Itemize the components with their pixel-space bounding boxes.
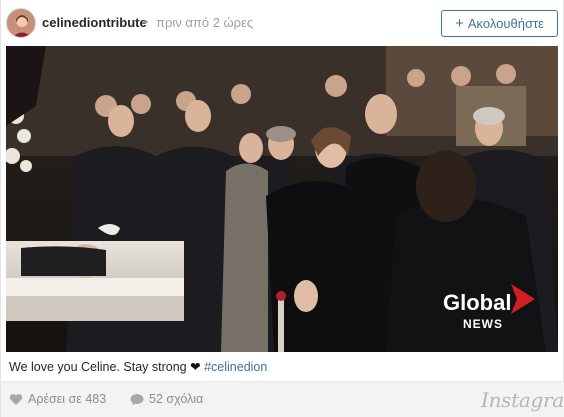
hashtag-link[interactable]: #celinedion (204, 360, 267, 374)
avatar-image (7, 9, 35, 37)
heart-outline-icon (9, 393, 23, 405)
watermark-news: NEWS (463, 317, 503, 331)
comments-count: 52 σχόλια (149, 392, 204, 406)
global-news-arrow-icon (511, 284, 535, 314)
post-header: celinediontribute • πριν από 2 ώρες + Ακ… (1, 0, 564, 46)
watermark-global: Global (443, 290, 512, 315)
likes-count: Αρέσει σε 483 (28, 392, 107, 406)
plus-icon: + (455, 15, 464, 32)
caption-text: We love you Celine. Stay strong (9, 360, 187, 374)
username-link[interactable]: celinediontribute (42, 15, 147, 30)
instagram-post-card: celinediontribute • πριν από 2 ώρες + Ακ… (0, 0, 564, 417)
like-button[interactable]: Αρέσει σε 483 (9, 392, 106, 406)
follow-button[interactable]: + Ακολουθήστε (441, 10, 558, 37)
post-footer: Αρέσει σε 483 52 σχόλια Instagram (1, 381, 564, 417)
separator-dot: • (144, 15, 149, 29)
post-timestamp[interactable]: πριν από 2 ώρες (156, 15, 253, 30)
user-avatar[interactable] (6, 8, 36, 38)
instagram-logo[interactable]: Instagram (481, 388, 564, 412)
follow-label: Ακολουθήστε (467, 16, 544, 31)
heart-icon: ❤ (190, 360, 201, 374)
post-photo[interactable]: Global NEWS (6, 46, 558, 352)
comment-button[interactable]: 52 σχόλια (130, 392, 203, 406)
comment-bubble-icon (130, 393, 144, 405)
global-news-watermark: Global NEWS (443, 284, 543, 334)
post-caption: We love you Celine. Stay strong ❤ #celin… (9, 359, 267, 374)
